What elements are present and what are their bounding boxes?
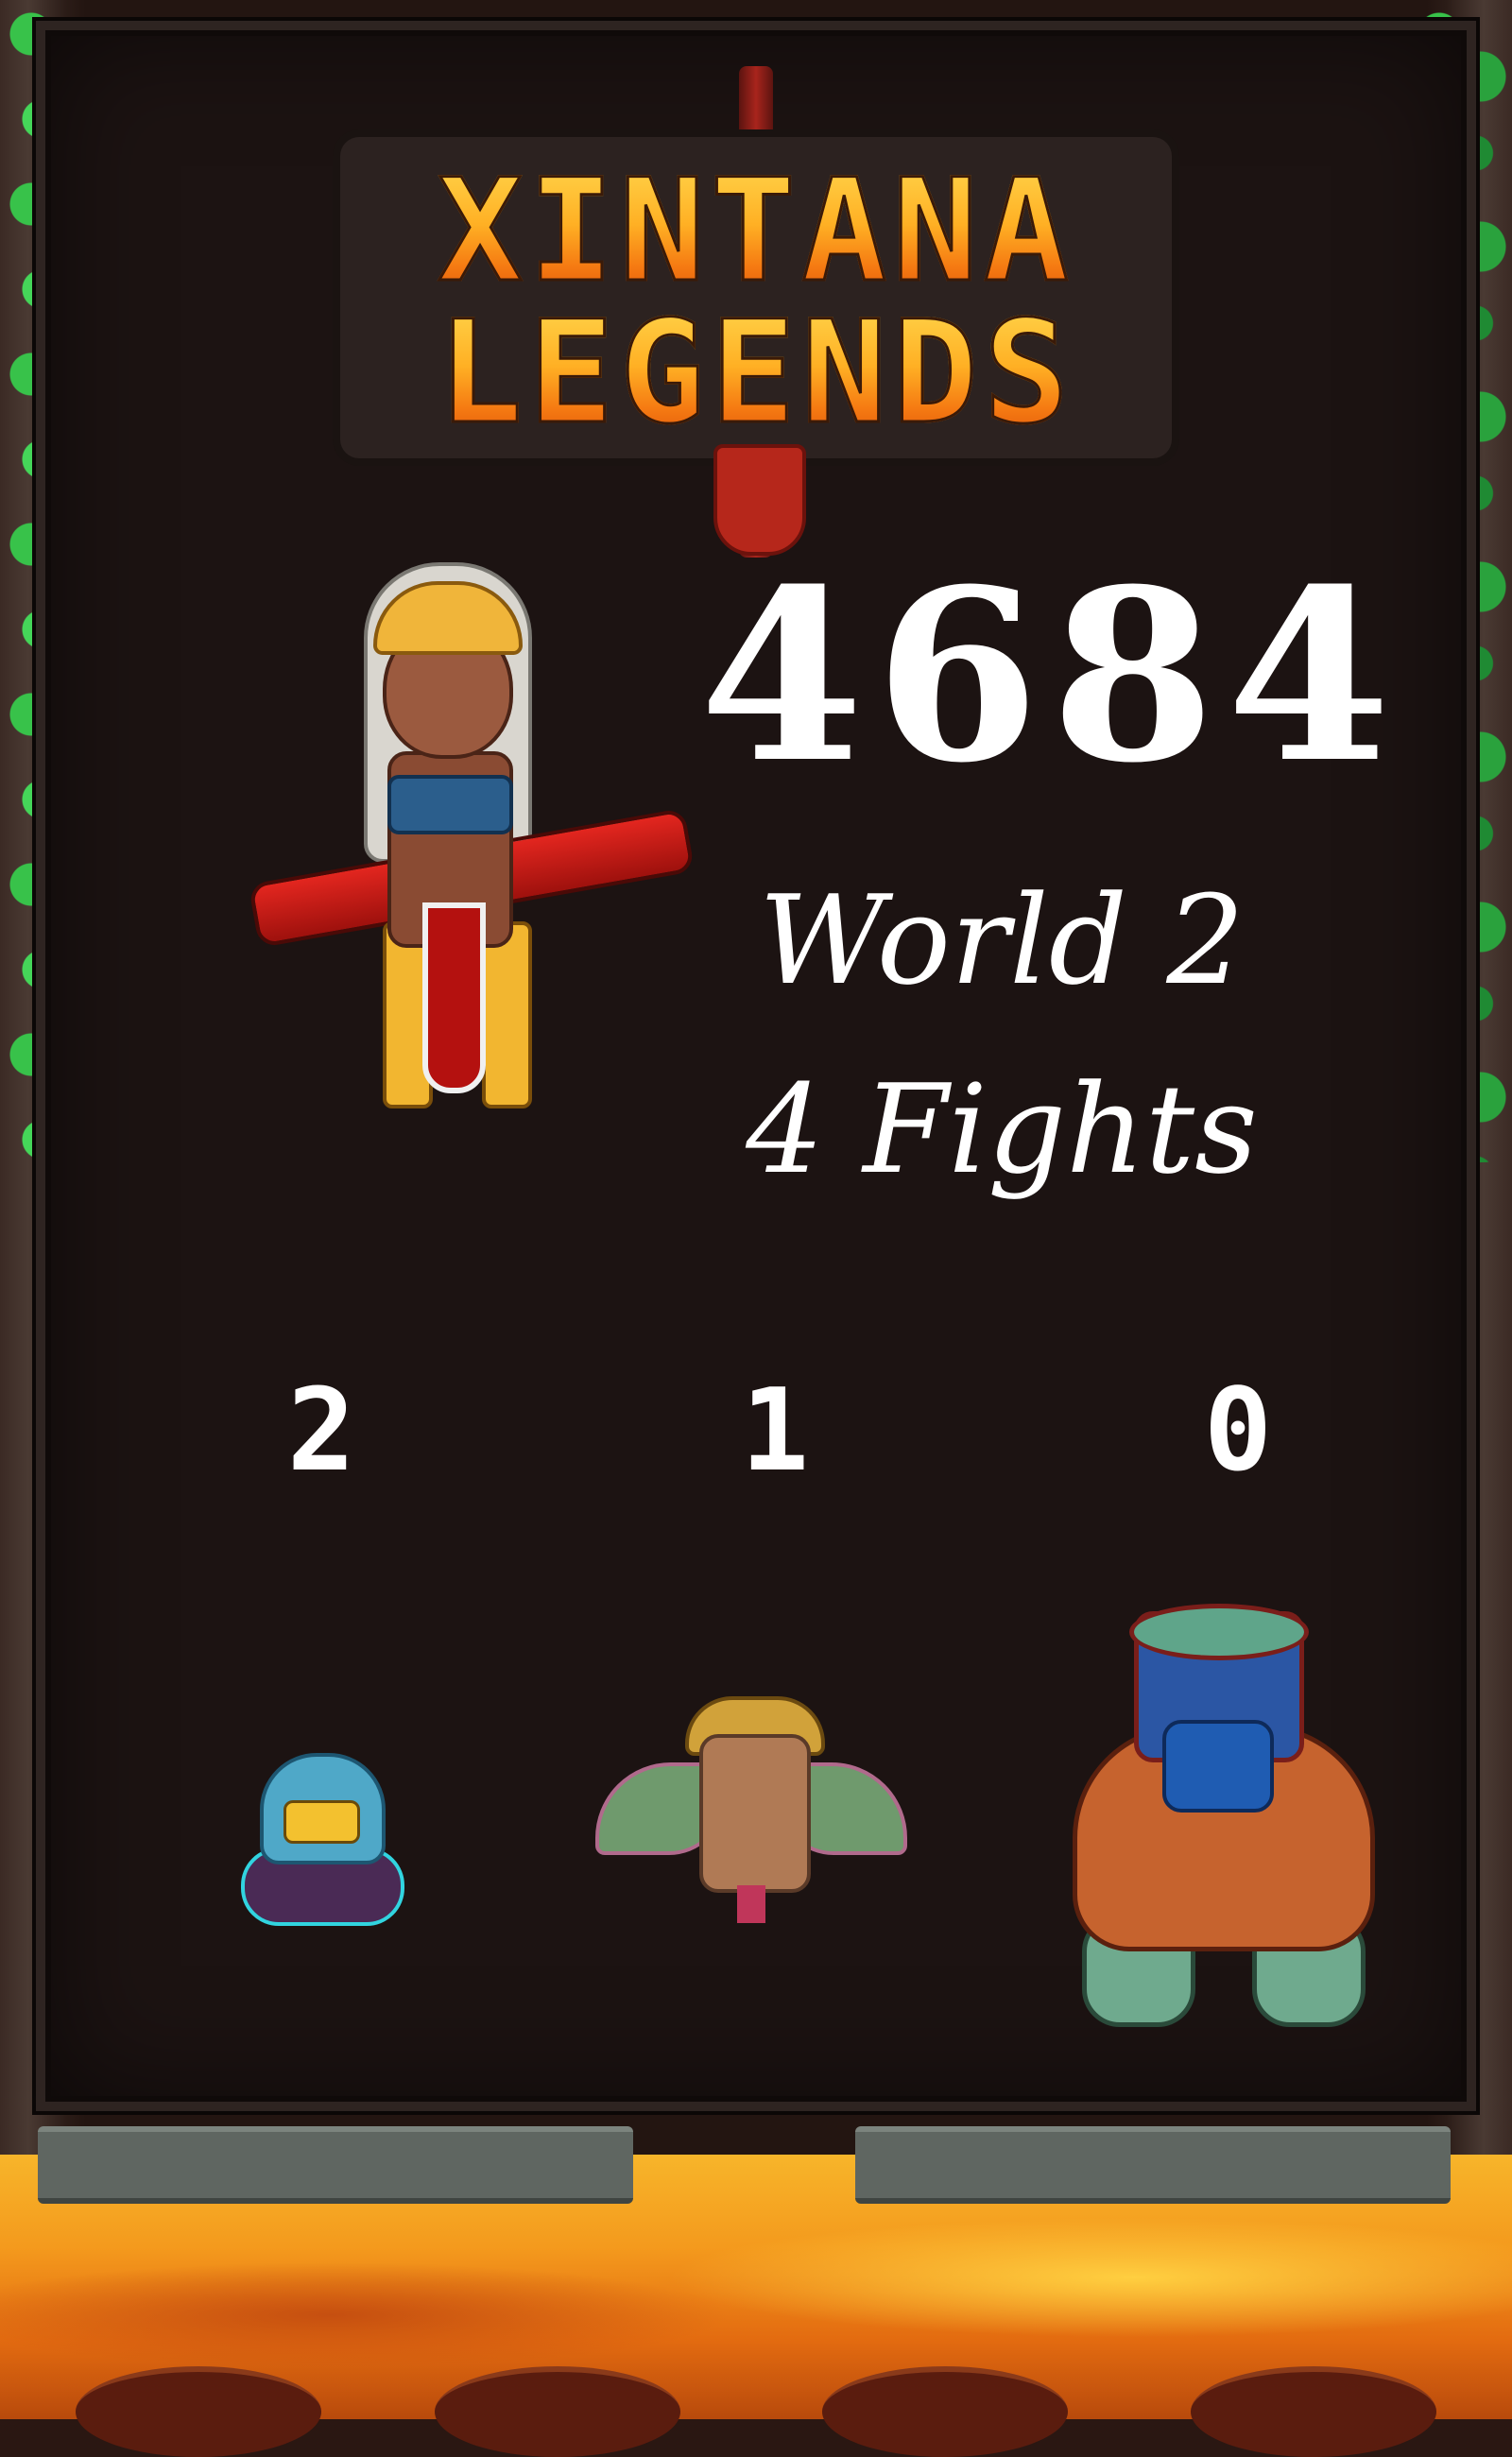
hero-loincloth (422, 902, 486, 1093)
lava-rock-3 (822, 2366, 1068, 2457)
logo-title-line1: XINTANA (340, 160, 1172, 304)
stone-ledge-left (38, 2126, 633, 2204)
world-label: World 2 (758, 868, 1246, 1012)
enemy-count-3: 0 (1203, 1366, 1273, 1497)
fights-label: 4 Fights (746, 1057, 1258, 1201)
hero-leg-right (482, 921, 532, 1108)
hooded-skull-enemy-icon (236, 1753, 404, 1926)
hero-top (387, 775, 513, 834)
stone-ledge-right (855, 2126, 1451, 2204)
heroine-character (241, 562, 713, 1129)
logo-title-line2: LEGENDS (340, 301, 1172, 446)
enemy-c-drum-top (1129, 1604, 1309, 1660)
lava-rock-1 (76, 2366, 321, 2457)
stone-golem-enemy-icon (1035, 1604, 1408, 2027)
enemy-count-2: 1 (740, 1366, 810, 1497)
enemy-b-stem (737, 1885, 765, 1923)
lava-rock-4 (1191, 2366, 1436, 2457)
score-value: 4684 (699, 537, 1402, 815)
enemy-a-mask (284, 1800, 360, 1844)
enemy-count-1: 2 (286, 1366, 356, 1497)
game-logo: XINTANA LEGENDS (284, 66, 1228, 558)
enemy-c-face (1162, 1720, 1274, 1813)
winged-mask-enemy-icon (595, 1696, 907, 1933)
enemy-b-face (699, 1734, 811, 1893)
lava-rock-2 (435, 2366, 680, 2457)
